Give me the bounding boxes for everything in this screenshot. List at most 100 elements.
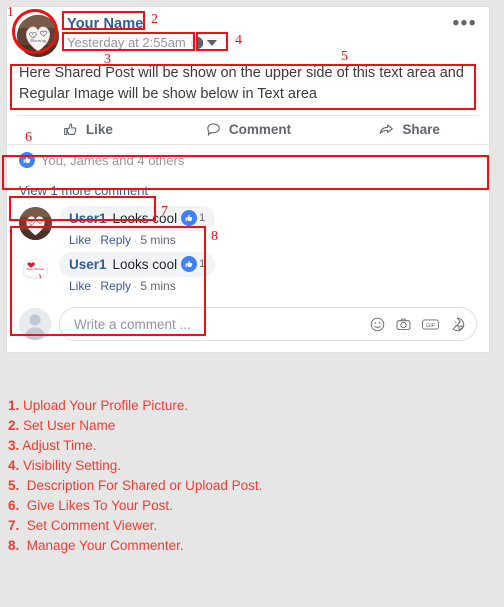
reactions-row[interactable]: You, James and 4 others <box>7 144 489 175</box>
thumbs-up-icon <box>62 121 79 138</box>
like-button-label: Like <box>85 122 113 137</box>
chevron-down-icon[interactable] <box>206 40 217 46</box>
comment-composer: GIF <box>7 300 489 352</box>
comment-like-link[interactable]: Like <box>69 233 91 247</box>
composer-icons: GIF <box>369 316 466 333</box>
comment-timestamp: 5 mins <box>140 279 176 293</box>
default-avatar-icon <box>19 308 51 340</box>
comment-bubble-line: User1 Looks cool 1 <box>59 206 477 231</box>
commenter-avatar[interactable]: Happy Birthday <box>19 253 52 286</box>
commenter-avatar-round-cake-icon: Happy Birthday <box>19 253 52 286</box>
comment-input[interactable] <box>72 315 363 333</box>
legend-number-1: 1. <box>8 398 20 413</box>
comment-reply-link[interactable]: Reply <box>100 279 131 293</box>
like-badge-icon <box>19 152 35 168</box>
camera-icon[interactable] <box>395 316 412 333</box>
comment-item: Morning User1 Looks cool 1 Like · Reply … <box>19 206 477 247</box>
comment-main: User1 Looks cool 1 Like · Reply · 5 mins <box>59 252 477 293</box>
legend-item-6: 6. Give Likes To Your Post. <box>8 496 348 516</box>
share-button-label: Share <box>402 122 440 137</box>
legend-number-5: 5. <box>8 478 20 493</box>
comment-button-label: Comment <box>228 122 292 137</box>
comment-bubble: User1 Looks cool 1 <box>59 206 216 231</box>
post-body-text: Here Shared Post will be show on the upp… <box>19 65 464 102</box>
svg-text:GIF: GIF <box>426 323 436 329</box>
emoji-icon[interactable] <box>369 316 386 333</box>
comment-like-pill[interactable]: 1 <box>181 210 205 226</box>
view-more-comments-row: View 1 more comment <box>7 175 489 203</box>
default-user-avatar[interactable] <box>19 308 51 340</box>
post-header-text: Your Name Yesterday at 2:55am <box>67 15 217 51</box>
post-timestamp[interactable]: Yesterday at 2:55am <box>67 35 186 51</box>
view-more-comments-link[interactable]: View 1 more comment <box>19 183 148 198</box>
post-action-bar: Like Comment Share <box>7 116 489 144</box>
commenter-name[interactable]: User1 <box>69 211 107 226</box>
legend-item-3: 3. Adjust Time. <box>8 436 348 456</box>
commenter-name[interactable]: User1 <box>69 257 107 272</box>
legend-item-5: 5. Description For Shared or Upload Post… <box>8 476 348 496</box>
comment-like-count: 1 <box>199 258 206 270</box>
legend-number-2: 2. <box>8 418 20 433</box>
commenter-avatar-heart-cake-icon: Morning <box>19 207 52 240</box>
comment-actions: Like · Reply · 5 mins <box>59 233 477 247</box>
comment-text: Looks cool <box>112 256 178 272</box>
comment-bubble-line: User1 Looks cool 1 <box>59 252 477 277</box>
legend-text-1: Upload Your Profile Picture. <box>19 398 189 413</box>
sticker-icon[interactable] <box>449 316 466 333</box>
comment-like-badge-icon <box>181 210 198 226</box>
heart-cake-photo-icon: Morning <box>17 15 59 57</box>
comment-input-box[interactable]: GIF <box>59 307 477 341</box>
comment-item: Happy Birthday User1 Looks cool 1 Like ·… <box>19 252 477 293</box>
post-header: Morning Your Name Yesterday at 2:55am ••… <box>7 7 489 59</box>
comment-button[interactable]: Comment <box>168 121 329 138</box>
comment-bubble-icon <box>205 121 222 138</box>
comment-bubble: User1 Looks cool 1 <box>59 252 216 277</box>
legend-text-7: Set Comment Viewer. <box>19 518 158 533</box>
comment-like-link[interactable]: Like <box>69 279 91 293</box>
share-button[interactable]: Share <box>328 121 489 138</box>
post-meta-row: Yesterday at 2:55am <box>67 35 217 51</box>
commenter-avatar[interactable]: Morning <box>19 207 52 240</box>
comment-timestamp: 5 mins <box>140 233 176 247</box>
legend-item-1: 1. Upload Your Profile Picture. <box>8 396 348 416</box>
gif-icon[interactable]: GIF <box>421 316 440 333</box>
author-row: Your Name <box>67 16 217 33</box>
comment-main: User1 Looks cool 1 Like · Reply · 5 mins <box>59 206 477 247</box>
legend-number-7: 7. <box>8 518 20 533</box>
author-name[interactable]: Your Name <box>67 16 143 33</box>
reactions-text: You, James and 4 others <box>41 152 185 168</box>
comment-separator: · <box>134 282 138 293</box>
legend-item-4: 4. Visibility Setting. <box>8 456 348 476</box>
legend-number-4: 4. <box>8 458 20 473</box>
comment-like-pill[interactable]: 1 <box>181 256 205 272</box>
legend-text-5: Description For Shared or Upload Post. <box>19 478 263 493</box>
legend-item-7: 7. Set Comment Viewer. <box>8 516 348 536</box>
comment-text: Looks cool <box>112 210 178 226</box>
globe-public-icon[interactable] <box>190 36 204 50</box>
svg-text:Morning: Morning <box>29 38 47 43</box>
comment-like-count: 1 <box>199 212 206 224</box>
share-arrow-icon <box>377 121 395 138</box>
comment-separator: · <box>94 282 98 293</box>
legend-text-6: Give Likes To Your Post. <box>19 498 173 513</box>
legend-number-3: 3. <box>8 438 20 453</box>
post-options-menu[interactable]: ••• <box>453 14 477 33</box>
legend-item-2: 2. Set User Name <box>8 416 348 436</box>
post-card: Morning Your Name Yesterday at 2:55am ••… <box>6 6 490 353</box>
legend-text-3: Adjust Time. <box>19 438 97 453</box>
comment-reply-link[interactable]: Reply <box>100 233 131 247</box>
profile-picture[interactable]: Morning <box>17 15 59 57</box>
like-button[interactable]: Like <box>7 121 168 138</box>
svg-text:Morning: Morning <box>28 225 42 229</box>
legend-item-8: 8. Manage Your Commenter. <box>8 536 348 556</box>
legend-number-8: 8. <box>8 538 20 553</box>
comments-list: Morning User1 Looks cool 1 Like · Reply … <box>7 203 489 300</box>
comment-separator: · <box>94 236 98 247</box>
legend-text-8: Manage Your Commenter. <box>19 538 184 553</box>
comment-actions: Like · Reply · 5 mins <box>59 279 477 293</box>
legend-number-6: 6. <box>8 498 20 513</box>
comment-like-badge-icon <box>181 256 198 272</box>
globe-icon-svg <box>190 36 203 50</box>
legend-text-4: Visibility Setting. <box>19 458 122 473</box>
legend-text-2: Set User Name <box>19 418 116 433</box>
